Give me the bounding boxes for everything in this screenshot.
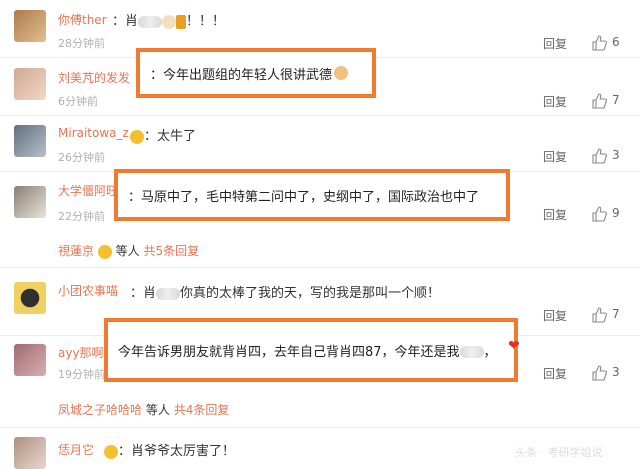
- blurred-text: [138, 15, 163, 28]
- avatar[interactable]: [14, 68, 46, 100]
- thumbs-up-icon[interactable]: [591, 206, 607, 222]
- reply-button[interactable]: 回复: [543, 35, 567, 52]
- comment-text: 今年告诉男朋友就背肖四，去年自己背肖四87，今年还是我，: [118, 344, 497, 360]
- avatar[interactable]: [14, 10, 46, 42]
- thumbs-up-icon[interactable]: [591, 93, 607, 109]
- avatar[interactable]: [14, 125, 46, 157]
- reply-button[interactable]: 回复: [543, 148, 567, 165]
- thumbs-up-icon[interactable]: [591, 35, 607, 51]
- avatar[interactable]: [14, 186, 46, 218]
- username[interactable]: Miraitowa_z: [58, 126, 129, 140]
- like-count: 6: [612, 35, 620, 49]
- timestamp: 19分钟前: [58, 368, 105, 381]
- heart-eyes-emoji-icon: [104, 444, 118, 459]
- comment-text: ：肖 你真的太棒了我的天，写的我是那叫一个顺！: [130, 286, 441, 301]
- username[interactable]: 大学僵阿旺: [58, 182, 118, 199]
- reply-button[interactable]: 回复: [543, 206, 567, 223]
- comment-text: ：马原中了，毛中特第二问中了，史纲中了，国际政治也中了: [128, 189, 480, 205]
- thumbs-up-icon[interactable]: [591, 148, 607, 164]
- reply-button[interactable]: 回复: [543, 93, 567, 110]
- cat-emoji-icon: [162, 14, 177, 29]
- view-replies-link[interactable]: 共4条回复: [174, 403, 230, 417]
- comment-3: Miraitowa_z ：太牛了 26分钟前 回复 3: [0, 116, 640, 171]
- timestamp: 6分钟前: [58, 95, 98, 108]
- heart-eyes-emoji-icon: [130, 129, 144, 144]
- reply-button[interactable]: 回复: [543, 307, 567, 324]
- blurred-text: [156, 287, 181, 300]
- highlight-box: ：马原中了，毛中特第二问中了，史纲中了，国际政治也中了: [114, 169, 510, 221]
- blurred-text: [459, 346, 484, 358]
- comment-text: ：今年出题组的年轻人很讲武德: [150, 67, 333, 83]
- sub-reply-summary[interactable]: 視蓮京 等人 共5条回复: [58, 242, 199, 259]
- reply-button[interactable]: 回复: [543, 365, 567, 382]
- timestamp: 28分钟前: [58, 37, 105, 50]
- username[interactable]: 刘美芃的发发: [58, 69, 130, 86]
- username[interactable]: 恁月它: [58, 441, 94, 458]
- thumbs-up-icon[interactable]: [591, 365, 607, 381]
- avatar[interactable]: [14, 437, 46, 469]
- highlight-box: 今年告诉男朋友就背肖四，去年自己背肖四87，今年还是我，: [104, 318, 518, 382]
- view-replies-link[interactable]: 共5条回复: [144, 244, 200, 258]
- avatar[interactable]: [14, 344, 46, 376]
- highlight-box: ：今年出题组的年轻人很讲武德: [136, 48, 376, 98]
- timestamp: 26分钟前: [58, 151, 105, 164]
- avatar[interactable]: [14, 282, 46, 314]
- beer-emoji-icon: [176, 14, 187, 29]
- like-count: 7: [612, 307, 620, 321]
- cat-emoji-icon: [334, 66, 349, 80]
- comment-text: ：肖爷爷太厉害了！: [104, 440, 235, 459]
- username[interactable]: 你傅ther: [58, 11, 107, 28]
- sub-reply-summary[interactable]: 凤城之子哈哈哈 等人 共4条回复: [58, 401, 229, 418]
- like-count: 3: [612, 365, 620, 379]
- like-count: 9: [612, 206, 620, 220]
- watermark: 头条 · 考研学姐说: [515, 446, 603, 459]
- heart-eyes-emoji-icon: [97, 244, 112, 259]
- thumbs-up-icon[interactable]: [591, 307, 607, 323]
- heart-icon: ❤: [508, 338, 520, 354]
- like-count: 7: [612, 93, 620, 107]
- timestamp: 22分钟前: [58, 210, 105, 223]
- username[interactable]: 小团农事喵: [58, 282, 118, 299]
- comment-text: ：肖！！！: [112, 14, 226, 29]
- like-count: 3: [612, 148, 620, 162]
- comment-text: ：太牛了: [130, 125, 196, 144]
